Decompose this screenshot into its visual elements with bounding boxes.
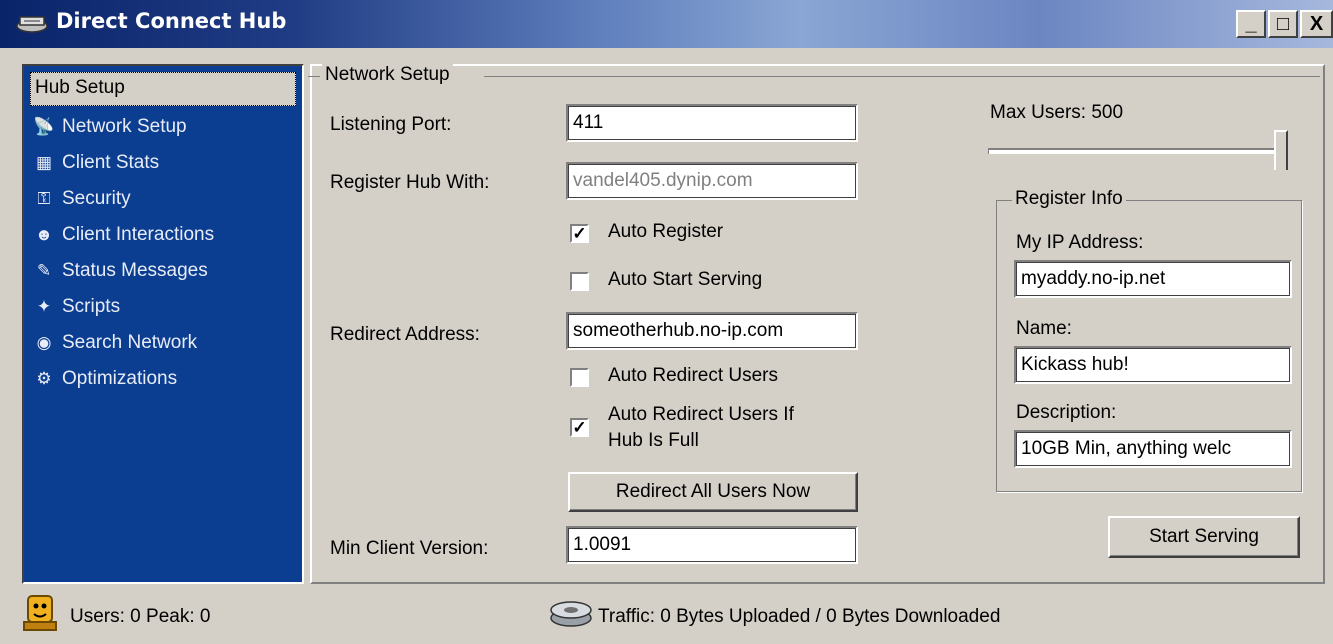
- description-input[interactable]: 10GB Min, anything welc: [1014, 430, 1292, 468]
- max-users-label: Max Users: 500: [990, 102, 1124, 123]
- auto-redirect-label[interactable]: Auto Redirect Users: [608, 365, 778, 387]
- ip-address-input[interactable]: myaddy.no-ip.net: [1014, 260, 1292, 298]
- auto-redirect-full-label-line1[interactable]: Auto Redirect Users If: [608, 404, 794, 426]
- ip-address-label: My IP Address:: [1016, 232, 1144, 253]
- sidebar-item-security[interactable]: ⚿ Security: [32, 182, 131, 216]
- keys-icon: ⚿: [37, 189, 51, 208]
- sidebar-item-label: Scripts: [62, 296, 121, 317]
- sidebar-item-scripts[interactable]: ✦ Scripts: [32, 290, 120, 324]
- gears-icon: ⚙: [36, 369, 52, 388]
- hard-drive-icon: [550, 601, 592, 627]
- auto-redirect-full-checkbox[interactable]: ✓: [570, 418, 589, 437]
- title-bar[interactable]: Direct Connect Hub _ □ X: [0, 0, 1333, 48]
- sidebar-item-hub-setup[interactable]: Hub Setup: [30, 72, 296, 106]
- listening-port-input[interactable]: 411: [566, 104, 858, 142]
- max-users-slider-track[interactable]: [988, 148, 1288, 154]
- sidebar-item-client-interactions[interactable]: ☻ Client Interactions: [32, 218, 214, 252]
- checkmark-icon: ✓: [572, 418, 587, 437]
- satellite-dish-icon: 📡: [33, 117, 55, 136]
- sidebar-item-status-messages[interactable]: ✎ Status Messages: [32, 254, 208, 288]
- auto-start-label[interactable]: Auto Start Serving: [608, 269, 762, 291]
- auto-start-checkbox[interactable]: [570, 272, 589, 291]
- main-panel: Network Setup Listening Port: 411 Regist…: [308, 64, 1325, 584]
- magnifier-icon: ◉: [36, 333, 52, 352]
- hub-name-label: Name:: [1016, 318, 1072, 339]
- network-setup-group-title: Network Setup: [322, 64, 453, 86]
- minimize-button[interactable]: _: [1236, 10, 1266, 38]
- auto-register-label[interactable]: Auto Register: [608, 221, 723, 243]
- sidebar-item-label: Network Setup: [62, 116, 187, 137]
- traffic-status: Traffic: 0 Bytes Uploaded / 0 Bytes Down…: [598, 606, 1001, 627]
- sidebar-item-network-setup[interactable]: 📡 Network Setup: [32, 110, 187, 144]
- max-users-slider-thumb[interactable]: [1274, 130, 1288, 170]
- hub-name-input[interactable]: Kickass hub!: [1014, 346, 1292, 384]
- auto-redirect-checkbox[interactable]: [570, 368, 589, 387]
- users-icon: [23, 595, 57, 631]
- sidebar-item-label: Security: [62, 188, 131, 209]
- sidebar-nav: Hub Setup 📡 Network Setup ▦ Client Stats ⚿ Se…: [22, 64, 304, 584]
- redirect-all-users-button[interactable]: Redirect All Users Now: [568, 472, 858, 512]
- auto-register-checkbox[interactable]: ✓: [570, 224, 589, 243]
- auto-redirect-full-label-line2[interactable]: Hub Is Full: [608, 430, 699, 452]
- redirect-address-label: Redirect Address:: [330, 324, 480, 345]
- description-label: Description:: [1016, 402, 1117, 423]
- maximize-button[interactable]: □: [1268, 10, 1298, 38]
- hub-app-icon: [16, 16, 48, 33]
- sidebar-item-label: Client Interactions: [62, 224, 215, 245]
- sidebar-item-client-stats[interactable]: ▦ Client Stats: [32, 146, 159, 180]
- checkmark-icon: ✓: [572, 224, 587, 243]
- monitor-icon: ▦: [35, 153, 53, 172]
- register-info-group-title: Register Info: [1012, 188, 1126, 210]
- script-icon: ✦: [36, 297, 52, 316]
- redirect-address-input[interactable]: someotherhub.no-ip.com: [566, 312, 858, 350]
- users-status: Users: 0 Peak: 0: [70, 606, 211, 627]
- sidebar-item-label: Status Messages: [62, 260, 208, 281]
- person-icon: ☻: [35, 225, 53, 244]
- sidebar-item-label: Optimizations: [62, 368, 178, 389]
- min-client-version-input[interactable]: 1.0091: [566, 526, 858, 564]
- sidebar-item-optimizations[interactable]: ⚙ Optimizations: [32, 362, 177, 396]
- register-hub-input[interactable]: vandel405.dynip.com: [566, 162, 858, 200]
- tools-icon: ✎: [36, 261, 52, 280]
- listening-port-label: Listening Port:: [330, 114, 452, 135]
- sidebar-item-label: Search Network: [62, 332, 198, 353]
- close-button[interactable]: X: [1300, 10, 1333, 38]
- sidebar-item-label: Client Stats: [62, 152, 160, 173]
- register-hub-label: Register Hub With:: [330, 172, 490, 193]
- min-client-version-label: Min Client Version:: [330, 538, 489, 559]
- start-serving-button[interactable]: Start Serving: [1108, 516, 1300, 558]
- sidebar-item-search-network[interactable]: ◉ Search Network: [32, 326, 198, 360]
- window-title: Direct Connect Hub: [56, 9, 287, 33]
